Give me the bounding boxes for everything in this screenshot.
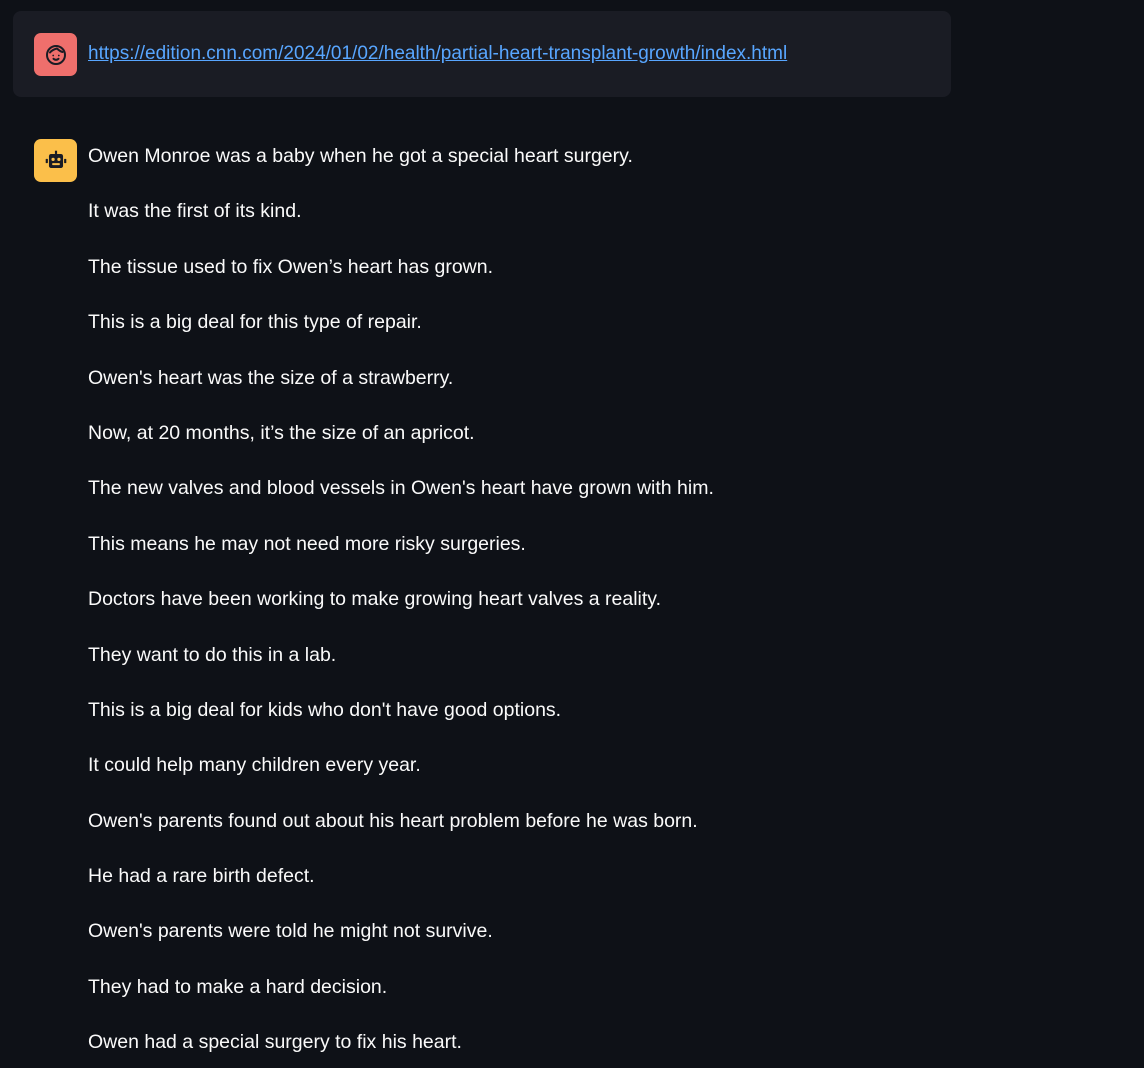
assistant-avatar [34, 139, 77, 182]
assistant-message: Owen Monroe was a baby when he got a spe… [88, 142, 714, 1068]
message-line: Owen's parents were told he might not su… [88, 920, 493, 943]
message-line: Now, at 20 months, it’s the size of an a… [88, 421, 475, 444]
message-line: This is a big deal for kids who don't ha… [88, 698, 562, 721]
message-line: They had to make a hard decision. [88, 975, 388, 998]
message-line: Owen's parents found out about his heart… [88, 809, 698, 832]
message-line: They want to do this in a lab. [88, 643, 337, 666]
robot-icon [43, 148, 69, 174]
message-line: Owen Monroe was a baby when he got a spe… [88, 145, 633, 167]
message-line: This means he may not need more risky su… [88, 532, 526, 555]
chat-container: https://edition.cnn.com/2024/01/02/healt… [0, 0, 1144, 1068]
user-message: https://edition.cnn.com/2024/01/02/healt… [13, 11, 951, 97]
message-line: The tissue used to fix Owen’s heart has … [88, 255, 494, 278]
message-line: He had a rare birth defect. [88, 865, 315, 888]
article-link[interactable]: https://edition.cnn.com/2024/01/02/healt… [88, 42, 787, 66]
message-line: Owen's heart was the size of a strawberr… [88, 366, 454, 389]
user-avatar [34, 33, 77, 76]
message-line: Owen had a special surgery to fix his he… [88, 1031, 462, 1054]
message-line: This is a big deal for this type of repa… [88, 311, 422, 334]
message-line: Doctors have been working to make growin… [88, 588, 662, 611]
message-line: The new valves and blood vessels in Owen… [88, 477, 714, 500]
message-line: It was the first of its kind. [88, 200, 302, 223]
message-line: It could help many children every year. [88, 754, 421, 777]
face-icon [44, 43, 68, 67]
